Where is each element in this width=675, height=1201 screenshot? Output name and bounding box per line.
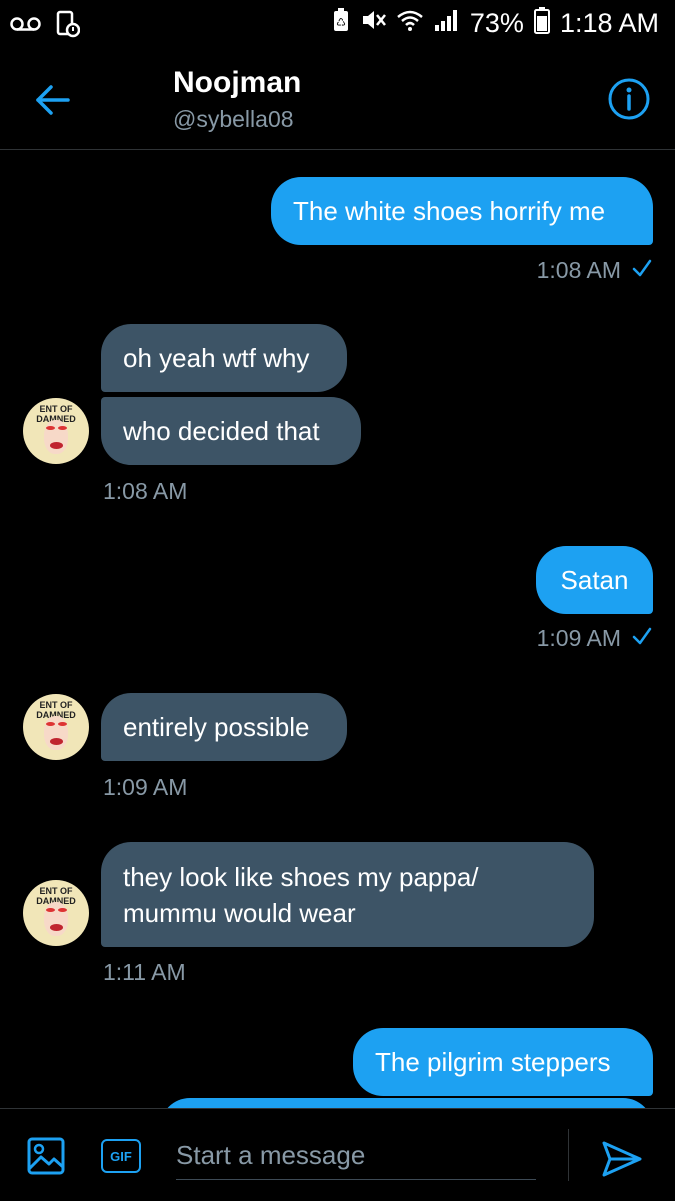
message-text: The white shoes horrify me — [293, 196, 606, 226]
battery-percent: 73% — [469, 8, 524, 38]
outgoing-message[interactable]: The white shoes horrify me — [271, 177, 653, 245]
send-icon[interactable] — [600, 1137, 644, 1181]
sent-check-icon — [631, 257, 653, 284]
mute-icon — [360, 8, 386, 39]
signal-icon — [434, 8, 460, 39]
sent-check-icon — [631, 625, 653, 652]
message-timestamp: 1:08 AM — [537, 257, 653, 284]
message-input[interactable] — [176, 1131, 536, 1180]
message-text: Satan — [560, 565, 629, 595]
back-arrow-icon[interactable] — [32, 78, 76, 122]
app-icon — [56, 10, 81, 43]
divider — [568, 1129, 569, 1181]
conversation-header: Noojman @sybella08 — [0, 48, 675, 150]
avatar[interactable]: ENT OF DAMNED — [23, 880, 89, 946]
status-bar: ♺ 73% 1:18 AM — [0, 0, 675, 48]
message-text: oh yeah wtf why — [123, 343, 310, 373]
message-timestamp: 1:09 AM — [537, 625, 653, 652]
message-timestamp: 1:09 AM — [103, 774, 188, 800]
incoming-message[interactable]: oh yeah wtf why — [101, 324, 347, 392]
voicemail-icon — [10, 16, 42, 37]
gif-button[interactable]: GIF — [101, 1139, 141, 1173]
incoming-message[interactable]: they look like shoes my pappa/ mummu wou… — [101, 842, 594, 947]
outgoing-message[interactable]: Satan — [536, 546, 653, 614]
message-timestamp: 1:11 AM — [103, 959, 186, 985]
battery-icon — [533, 6, 550, 41]
avatar[interactable]: ENT OF DAMNED — [23, 694, 89, 760]
message-text: who decided that — [123, 416, 320, 446]
wifi-icon — [396, 8, 424, 39]
battery-saver-icon: ♺ — [332, 7, 350, 40]
image-icon[interactable] — [26, 1136, 66, 1176]
message-composer: GIF — [0, 1108, 675, 1201]
message-timestamp: 1:08 AM — [103, 478, 188, 504]
svg-text:♺: ♺ — [336, 16, 346, 29]
message-text: entirely possible — [123, 712, 310, 742]
message-text: they look like shoes my pappa/ mummu wou… — [123, 861, 479, 928]
avatar[interactable]: ENT OF DAMNED — [23, 398, 89, 464]
message-text: The pilgrim steppers — [375, 1047, 611, 1077]
incoming-message[interactable]: entirely possible — [101, 693, 347, 761]
info-icon[interactable] — [607, 77, 651, 121]
outgoing-message[interactable]: The pilgrim steppers — [353, 1028, 653, 1096]
contact-name[interactable]: Noojman — [173, 66, 301, 100]
status-time: 1:18 AM — [559, 8, 659, 38]
incoming-message[interactable]: who decided that — [101, 397, 361, 465]
contact-handle[interactable]: @sybella08 — [173, 106, 294, 133]
